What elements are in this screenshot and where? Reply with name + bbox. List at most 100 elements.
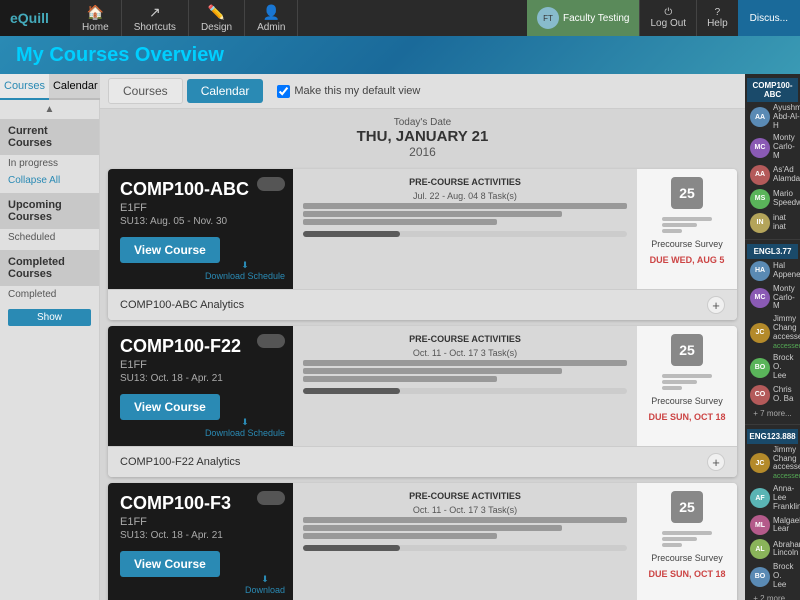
date-year: 2016 — [100, 145, 745, 159]
date-main: THU, JANUARY 21 — [100, 128, 745, 145]
admin-icon: 👤 — [263, 4, 280, 21]
brand-highlight: e — [10, 10, 18, 26]
design-icon: ✏️ — [208, 4, 225, 21]
nav-design[interactable]: ✏️ Design — [189, 0, 245, 36]
task-bars-small-0 — [662, 215, 712, 235]
download-schedule-2[interactable]: ⬇Download — [245, 574, 285, 595]
rs-person-2-4[interactable]: BO Brock O. Lee — [747, 561, 798, 591]
rs-person-1-4[interactable]: CO Chris O. Ba — [747, 383, 798, 407]
rs-avatar-0-4: IN — [750, 213, 770, 233]
rs-name-2-2: Malgael Lear — [773, 517, 800, 535]
help-label: Help — [707, 18, 728, 29]
help-button[interactable]: ? Help — [696, 0, 738, 36]
nav-right: FT Faculty Testing ⏻ Log Out ? Help Disc… — [527, 0, 800, 36]
course-right-0: 25 Precourse Survey DUE WED, AUG 5 — [637, 169, 737, 289]
rs-name-2-1: Anna-Lee Franklin — [773, 485, 800, 511]
nav-home[interactable]: 🏠 Home — [70, 0, 122, 36]
rs-more-1[interactable]: + 7 more... — [747, 407, 798, 420]
progress-bar-0 — [303, 231, 627, 237]
rs-person-0-2[interactable]: AA As'Ad Alamda — [747, 163, 798, 187]
rs-more-2[interactable]: + 2 more... — [747, 592, 798, 600]
courses-tab-btn[interactable]: Courses — [108, 78, 183, 104]
rs-avatar-1-2: JC — [750, 323, 770, 343]
course-left-0: COMP100-ABC E1FF SU13: Aug. 05 - Nov. 30… — [108, 169, 293, 289]
page-title: My Courses Overview — [16, 44, 224, 67]
rs-person-0-1[interactable]: MC Monty Carlo-M — [747, 132, 798, 162]
faculty-testing[interactable]: FT Faculty Testing — [527, 0, 640, 36]
course-right-2: 25 Precourse Survey DUE SUN, OCT 18 — [637, 483, 737, 600]
sort-arrow[interactable]: ▲ — [0, 100, 99, 119]
view-course-button-2[interactable]: View Course — [120, 551, 220, 577]
rs-person-2-3[interactable]: AL Abraham Lincoln — [747, 537, 798, 561]
rs-person-0-4[interactable]: IN inat inat — [747, 211, 798, 235]
analytics-plus-1[interactable]: + — [707, 453, 725, 471]
rs-avatar-2-4: BO — [750, 567, 770, 587]
collapse-all-button[interactable]: Collapse All — [0, 172, 99, 189]
default-view-label: Make this my default view — [294, 85, 420, 97]
rs-avatar-0-2: AA — [750, 165, 770, 185]
scheduled-label: Scheduled — [0, 229, 99, 246]
rs-avatar-2-1: AF — [750, 488, 770, 508]
rs-person-1-1[interactable]: MC Monty Carlo-M — [747, 283, 798, 313]
survey-label-0: Precourse Survey — [651, 239, 723, 249]
rs-avatar-2-2: ML — [750, 515, 770, 535]
tb-l-2 — [662, 531, 712, 535]
logout-button[interactable]: ⏻ Log Out — [639, 0, 696, 36]
rs-person-2-1[interactable]: AF Anna-Lee Franklin — [747, 483, 798, 513]
analytics-label-1: COMP100-F22 Analytics — [120, 456, 240, 468]
course-id-1: E1FF — [120, 359, 281, 371]
faculty-avatar: FT — [537, 7, 559, 29]
rs-avatar-2-0: JC — [750, 453, 770, 473]
nav-admin[interactable]: 👤 Admin — [245, 0, 298, 36]
rs-name-1-4: Chris O. Ba — [773, 386, 795, 404]
rs-avatar-1-1: MC — [750, 288, 770, 308]
rs-name-0-4: inat inat — [773, 214, 795, 232]
rs-person-2-0[interactable]: JC Jimmy Chang accessedaccessed — [747, 444, 798, 483]
course-toggle-2[interactable] — [257, 491, 285, 505]
default-view-checkbox[interactable] — [277, 85, 290, 98]
course-dates-1: SU13: Oct. 18 - Apr. 21 — [120, 373, 281, 384]
show-button[interactable]: Show — [8, 309, 91, 326]
rs-person-2-2[interactable]: ML Malgael Lear — [747, 513, 798, 537]
rs-name-0-0: Ayushm Abd-Al-H — [773, 104, 800, 130]
tab-calendar[interactable]: Calendar — [49, 74, 102, 100]
nav-design-label: Design — [201, 22, 232, 33]
tb-s-2 — [662, 543, 682, 547]
right-sidebar: COMP100-ABC AA Ayushm Abd-Al-H MC Monty … — [745, 74, 800, 600]
discuss-button[interactable]: Discus... — [738, 0, 800, 36]
survey-label-1: Precourse Survey — [651, 396, 723, 406]
tb-l-1 — [662, 374, 712, 378]
rs-person-0-0[interactable]: AA Ayushm Abd-Al-H — [747, 102, 798, 132]
rs-name-2-0: Jimmy Chang accessedaccessed — [773, 446, 800, 481]
task-bar-med-2 — [303, 525, 562, 531]
analytics-plus-0[interactable]: + — [707, 296, 725, 314]
tab-courses[interactable]: Courses — [0, 74, 49, 100]
pre-course-label-2: PRE-COURSE ACTIVITIES — [303, 491, 627, 501]
rs-section-0: COMP100-ABC AA Ayushm Abd-Al-H MC Monty … — [745, 74, 800, 240]
default-view-checkbox-container: Make this my default view — [277, 85, 420, 98]
rs-avatar-0-0: AA — [750, 107, 770, 127]
download-schedule-1[interactable]: ⬇Download Schedule — [205, 417, 285, 438]
survey-label-2: Precourse Survey — [651, 553, 723, 563]
rs-person-1-2[interactable]: JC Jimmy Chang accessedaccessed — [747, 313, 798, 352]
logout-label: Log Out — [650, 18, 686, 29]
rs-person-0-3[interactable]: MS Mario Speedw — [747, 187, 798, 211]
course-toggle-1[interactable] — [257, 334, 285, 348]
nav-shortcuts[interactable]: ↗ Shortcuts — [122, 0, 189, 36]
download-schedule-0[interactable]: ⬇Download Schedule — [205, 260, 285, 281]
sidebar-tabs: Courses Calendar — [0, 74, 99, 100]
logout-icon: ⏻ — [664, 7, 672, 18]
rs-person-1-0[interactable]: HA Hal Appene — [747, 259, 798, 283]
course-id-2: E1FF — [120, 516, 281, 528]
calendar-tab-btn[interactable]: Calendar — [187, 79, 264, 103]
due-date-1: DUE SUN, OCT 18 — [648, 412, 725, 422]
course-toggle-0[interactable] — [257, 177, 285, 191]
discuss-label: Discus... — [750, 13, 788, 24]
rs-name-1-0: Hal Appene — [773, 262, 800, 280]
tb-s-1 — [662, 386, 682, 390]
rs-avatar-1-3: BO — [750, 358, 770, 378]
task-bar-short-1 — [303, 376, 497, 382]
rs-person-1-3[interactable]: BO Brock O. Lee — [747, 352, 798, 382]
nav-shortcuts-label: Shortcuts — [134, 22, 176, 33]
rs-name-0-2: As'Ad Alamda — [773, 166, 800, 184]
